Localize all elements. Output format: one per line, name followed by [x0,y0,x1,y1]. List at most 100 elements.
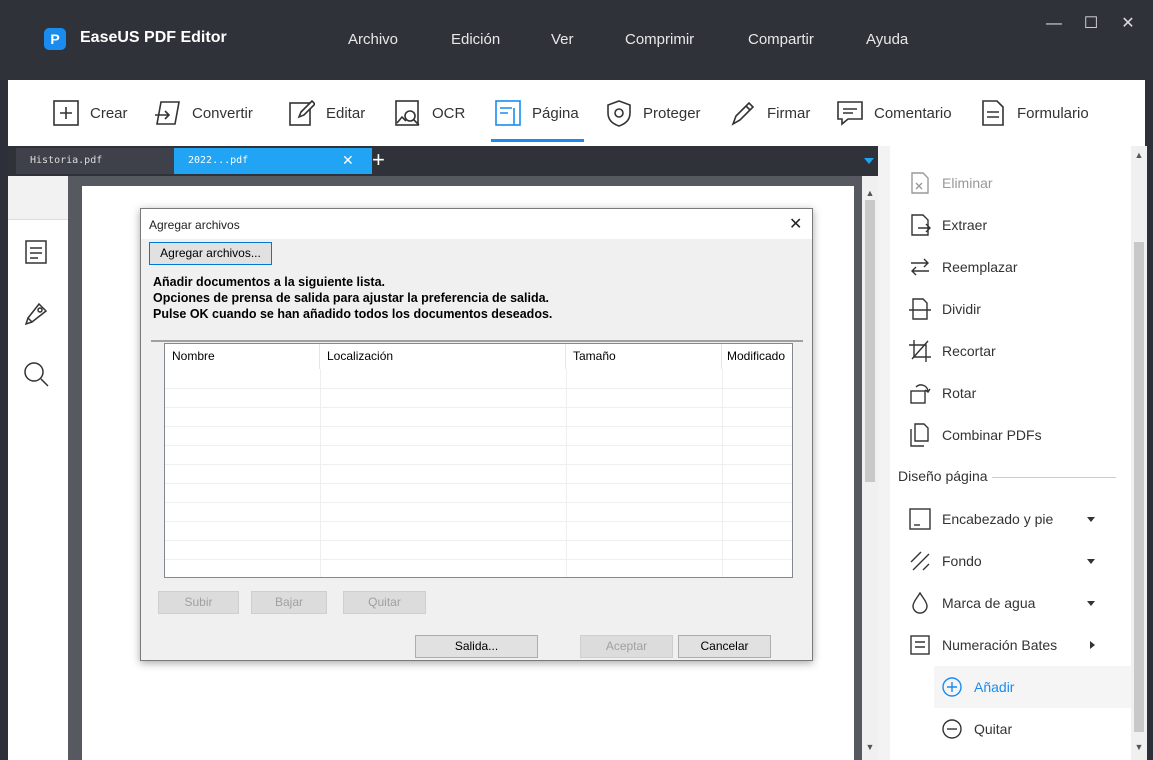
document-scrollbar[interactable]: ▲ ▼ [862,176,878,760]
tool-firmar-label: Firmar [767,104,811,122]
add-files-dialog: Agregar archivos ✕ Agregar archivos... A… [140,208,813,661]
right-scroll-down-icon[interactable]: ▼ [1131,742,1147,752]
tool-editar[interactable]: Editar [289,97,365,129]
close-window-button[interactable]: ✕ [1118,14,1138,34]
grid-line [165,464,792,465]
split-page-icon [909,298,931,320]
pen-icon [731,101,755,126]
column-tamano[interactable]: Tamaño [566,344,722,369]
section-divider [992,477,1116,478]
page-tool-recortar[interactable]: Recortar [908,337,996,365]
tab-historia[interactable]: Historia.pdf [16,148,178,174]
page-tool-reemplazar[interactable]: Reemplazar [908,253,1017,281]
add-circle-icon [942,677,962,697]
maximize-button[interactable]: ☐ [1081,14,1101,34]
menu-comprimir[interactable]: Comprimir [625,31,694,48]
scroll-down-icon[interactable]: ▼ [862,742,878,752]
layout-marca-agua[interactable]: Marca de agua [908,589,1113,617]
bates-anadir[interactable]: Añadir [940,673,1014,701]
files-list[interactable]: Nombre Localización Tamaño Modificado [164,343,793,578]
column-nombre[interactable]: Nombre [165,344,320,369]
page-tool-rotar[interactable]: Rotar [908,379,976,407]
tool-formulario[interactable]: Formulario [980,97,1089,129]
dialog-title: Agregar archivos [149,218,240,232]
add-tab-icon[interactable]: + [372,147,385,173]
bates-numbering-icon [910,635,930,655]
document-scroll-thumb[interactable] [865,200,875,482]
tool-comentario[interactable]: Comentario [837,97,952,129]
tool-ocr[interactable]: OCR [395,97,465,129]
tool-convertir[interactable]: Convertir [155,97,253,129]
close-tab-icon[interactable]: ✕ [342,152,354,169]
active-tool-indicator [491,139,584,142]
chevron-down-icon [1087,600,1095,606]
chevron-down-icon [1087,516,1095,522]
remove-file-button[interactable]: Quitar [343,591,426,614]
grid-line [165,559,792,560]
tool-ocr-label: OCR [432,104,466,122]
move-up-button[interactable]: Subir [158,591,239,614]
menu-compartir[interactable]: Compartir [748,31,814,48]
page-tools-panel: Eliminar Extraer Reemplazar Dividir Reco… [878,146,1145,760]
menu-ayuda[interactable]: Ayuda [866,31,908,48]
layout-encabezado-pie[interactable]: Encabezado y pie [908,505,1113,533]
page-tool-eliminar[interactable]: Eliminar [908,169,993,197]
layout-numeracion-bates[interactable]: Numeración Bates [908,631,1113,659]
form-icon [982,100,1004,126]
tool-firmar[interactable]: Firmar [730,97,810,129]
dialog-titlebar: Agregar archivos ✕ [141,209,812,239]
left-sidebar-header [8,176,68,220]
grid-line [165,521,792,522]
add-files-button[interactable]: Agregar archivos... [149,242,272,265]
grid-line [165,502,792,503]
grid-line [722,369,723,577]
right-scroll-up-icon[interactable]: ▲ [1131,150,1147,160]
bookmark-tag-icon[interactable] [22,300,50,328]
menu-edicion[interactable]: Edición [451,31,500,48]
delete-page-icon [911,172,929,194]
header-footer-icon [909,508,931,530]
right-scroll-thumb[interactable] [1134,242,1144,732]
document-tabs: Historia.pdf 2022...pdf ✕ + [8,146,878,176]
minimize-button[interactable]: — [1044,14,1064,34]
move-down-button[interactable]: Bajar [251,591,327,614]
output-button[interactable]: Salida... [415,635,538,658]
column-localizacion[interactable]: Localización [320,344,566,369]
page-tool-reemplazar-label: Reemplazar [942,259,1018,275]
page-tools-list: Eliminar Extraer Reemplazar Dividir Reco… [890,146,1134,760]
shield-icon [607,100,631,127]
page-tool-dividir-label: Dividir [942,301,981,317]
column-modificado[interactable]: Modificado [722,344,792,369]
dialog-close-icon[interactable]: ✕ [789,214,802,234]
thumbnails-icon[interactable] [22,238,50,266]
cancel-button[interactable]: Cancelar [678,635,771,658]
main-toolbar: Crear Convertir Editar OCR Página Proteg… [8,80,1145,146]
page-tool-combinar-label: Combinar PDFs [942,427,1042,443]
crop-page-icon [909,340,931,362]
rotate-page-icon [910,384,931,404]
replace-page-icon [911,258,929,276]
bates-quitar-label: Quitar [974,721,1013,737]
scroll-up-icon[interactable]: ▲ [862,188,878,198]
tool-proteger[interactable]: Proteger [606,97,701,129]
app-logo-icon: P [44,28,66,50]
tool-pagina[interactable]: Página [495,97,579,129]
tabs-dropdown-icon[interactable] [864,158,874,164]
tool-editar-label: Editar [326,104,366,122]
page-tool-dividir[interactable]: Dividir [908,295,981,323]
accept-button[interactable]: Aceptar [580,635,673,658]
tool-crear[interactable]: Crear [53,97,128,129]
watermark-icon [912,591,928,614]
menu-archivo[interactable]: Archivo [348,31,398,48]
page-tool-extraer[interactable]: Extraer [908,211,987,239]
layout-fondo[interactable]: Fondo [908,547,1113,575]
right-panel-scrollbar[interactable]: ▲ ▼ [1131,146,1147,760]
menu-ver[interactable]: Ver [551,31,574,48]
ocr-icon [395,100,420,126]
instruction-line-1: Añadir documentos a la siguiente lista. [153,275,385,289]
extract-page-icon [911,214,931,236]
bates-quitar[interactable]: Quitar [940,715,1012,743]
page-tool-extraer-label: Extraer [942,217,988,233]
page-tool-combinar[interactable]: Combinar PDFs [908,421,1042,449]
search-icon[interactable] [22,360,50,388]
